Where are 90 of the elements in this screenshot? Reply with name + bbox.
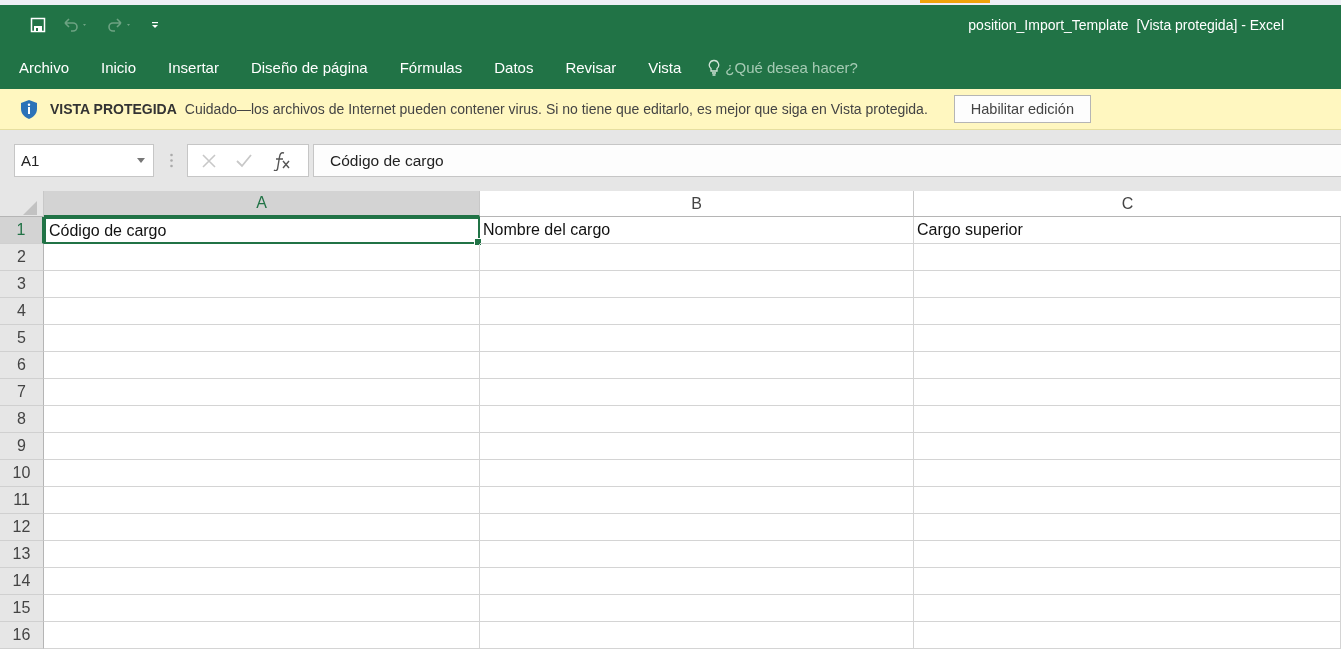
table-cell[interactable] — [44, 406, 480, 433]
row-header[interactable]: 14 — [0, 568, 44, 595]
column-header[interactable]: A — [44, 191, 480, 217]
row-header[interactable]: 3 — [0, 271, 44, 298]
table-cell[interactable] — [44, 433, 480, 460]
table-cell[interactable] — [480, 244, 914, 271]
enable-editing-button[interactable]: Habilitar edición — [953, 95, 1091, 123]
shield-info-icon — [20, 98, 38, 120]
ribbon-tab[interactable]: Inicio — [90, 58, 148, 76]
table-cell[interactable] — [44, 244, 480, 271]
table-cell[interactable] — [480, 460, 914, 487]
table-cell[interactable] — [44, 514, 480, 541]
table-cell[interactable] — [914, 325, 1341, 352]
protected-view-title: VISTA PROTEGIDA — [50, 101, 177, 117]
row-header[interactable]: 1 — [0, 217, 44, 244]
table-cell[interactable] — [44, 271, 480, 298]
row-header[interactable]: 4 — [0, 298, 44, 325]
table-cell[interactable] — [480, 487, 914, 514]
table-cell[interactable] — [914, 352, 1341, 379]
row-header[interactable]: 16 — [0, 622, 44, 649]
table-cell[interactable] — [44, 379, 480, 406]
row-header[interactable]: 11 — [0, 487, 44, 514]
column-header[interactable]: B — [480, 191, 914, 217]
enter-check-icon[interactable] — [236, 153, 252, 168]
cancel-icon[interactable] — [202, 153, 216, 168]
row-header[interactable]: 8 — [0, 406, 44, 433]
table-cell[interactable] — [480, 271, 914, 298]
table-cell[interactable] — [44, 325, 480, 352]
table-cell[interactable] — [914, 379, 1341, 406]
table-cell[interactable] — [914, 622, 1341, 649]
table-cell[interactable]: Nombre del cargo — [480, 217, 914, 244]
select-all-corner[interactable] — [0, 191, 44, 217]
save-icon[interactable] — [30, 17, 46, 33]
row-header[interactable]: 6 — [0, 352, 44, 379]
table-cell[interactable] — [914, 514, 1341, 541]
row-header[interactable]: 13 — [0, 541, 44, 568]
insert-function-icon[interactable] — [272, 150, 292, 171]
table-cell[interactable] — [44, 487, 480, 514]
protected-view-message: Cuidado—los archivos de Internet pueden contener virus. Si no tiene que editarlo, es mejor que siga en Vista protegida. — [184, 101, 928, 117]
table-cell[interactable] — [44, 298, 480, 325]
table-cell[interactable]: Cargo superior — [914, 217, 1341, 244]
row-header[interactable]: 7 — [0, 379, 44, 406]
ribbon-tab[interactable]: Archivo — [8, 58, 81, 76]
table-cell[interactable] — [914, 433, 1341, 460]
table-cell[interactable] — [914, 244, 1341, 271]
table-cell[interactable] — [914, 595, 1341, 622]
table-cell[interactable] — [914, 298, 1341, 325]
row-header[interactable]: 9 — [0, 433, 44, 460]
formula-field[interactable]: Código de cargo — [313, 144, 1341, 177]
table-cell[interactable] — [44, 541, 480, 568]
ribbon-tab[interactable]: Insertar — [157, 58, 230, 76]
lightbulb-icon — [708, 58, 721, 76]
table-cell[interactable] — [480, 514, 914, 541]
ribbon-tab[interactable]: Vista — [637, 58, 693, 76]
table-cell[interactable] — [480, 433, 914, 460]
table-cell[interactable] — [480, 622, 914, 649]
table-cell[interactable] — [480, 595, 914, 622]
table-cell[interactable] — [44, 352, 480, 379]
table-cell[interactable] — [44, 622, 480, 649]
ribbon-tab[interactable]: Revisar — [554, 58, 628, 76]
name-box[interactable]: A1 — [14, 144, 154, 177]
row-header[interactable]: 15 — [0, 595, 44, 622]
table-cell[interactable] — [44, 460, 480, 487]
table-cell[interactable] — [914, 541, 1341, 568]
table-cell[interactable] — [480, 568, 914, 595]
table-cell[interactable] — [480, 298, 914, 325]
ribbon-tab[interactable]: Fórmulas — [388, 58, 474, 76]
table-cell[interactable] — [480, 325, 914, 352]
row-header[interactable]: 5 — [0, 325, 44, 352]
table-cell[interactable] — [914, 568, 1341, 595]
table-cell[interactable] — [914, 271, 1341, 298]
table-cell[interactable] — [480, 406, 914, 433]
row-header[interactable]: 2 — [0, 244, 44, 271]
table-cell[interactable] — [914, 487, 1341, 514]
table-cell[interactable] — [44, 568, 480, 595]
table-cell[interactable] — [44, 595, 480, 622]
table-cell[interactable] — [480, 379, 914, 406]
table-cell[interactable] — [480, 541, 914, 568]
corner-triangle-icon — [22, 200, 37, 215]
ribbon-tab[interactable]: Datos — [483, 58, 545, 76]
table-cell[interactable] — [480, 352, 914, 379]
row-header[interactable]: 10 — [0, 460, 44, 487]
row-header[interactable]: 12 — [0, 514, 44, 541]
dropdown-caret-icon[interactable] — [137, 158, 145, 163]
table-cell[interactable] — [914, 406, 1341, 433]
grip-dots-icon — [170, 153, 173, 168]
table-cell[interactable] — [914, 460, 1341, 487]
ribbon-tab[interactable]: Diseño de página — [239, 58, 379, 76]
window-title: position_Import_Template [Vista protegida] - Excel — [968, 17, 1284, 33]
table-cell[interactable]: Código de cargo — [44, 217, 480, 244]
